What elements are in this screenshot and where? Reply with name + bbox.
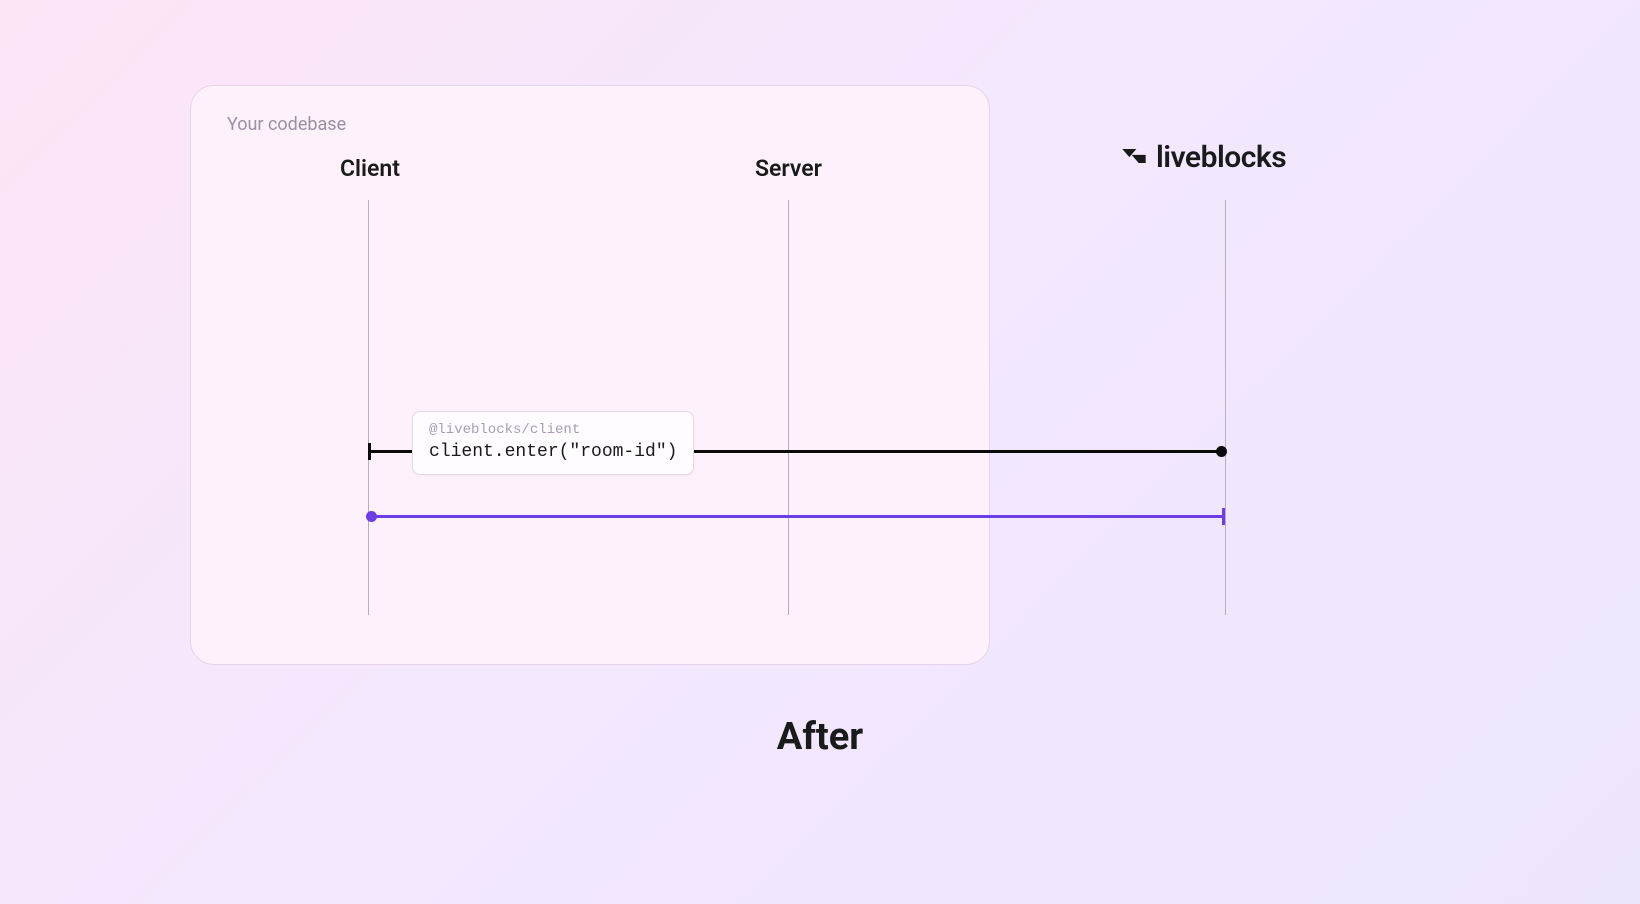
liveblocks-logo: liveblocks [1120, 140, 1286, 175]
card-label: Your codebase [227, 114, 953, 135]
diagram-title: After [777, 715, 863, 759]
client-column-header: Client [340, 155, 400, 182]
codebase-card: Your codebase [190, 85, 990, 665]
liveblocks-icon [1120, 142, 1148, 174]
tooltip-code: client.enter("room-id") [429, 442, 677, 462]
server-column-header: Server [755, 155, 822, 182]
swimlane-client [368, 200, 369, 615]
swimlane-liveblocks [1225, 200, 1226, 615]
tooltip-package: @liveblocks/client [429, 422, 677, 438]
swimlane-server [788, 200, 789, 615]
response-arrow [368, 515, 1225, 518]
code-tooltip: @liveblocks/client client.enter("room-id… [412, 411, 694, 475]
liveblocks-brand-text: liveblocks [1156, 140, 1286, 175]
